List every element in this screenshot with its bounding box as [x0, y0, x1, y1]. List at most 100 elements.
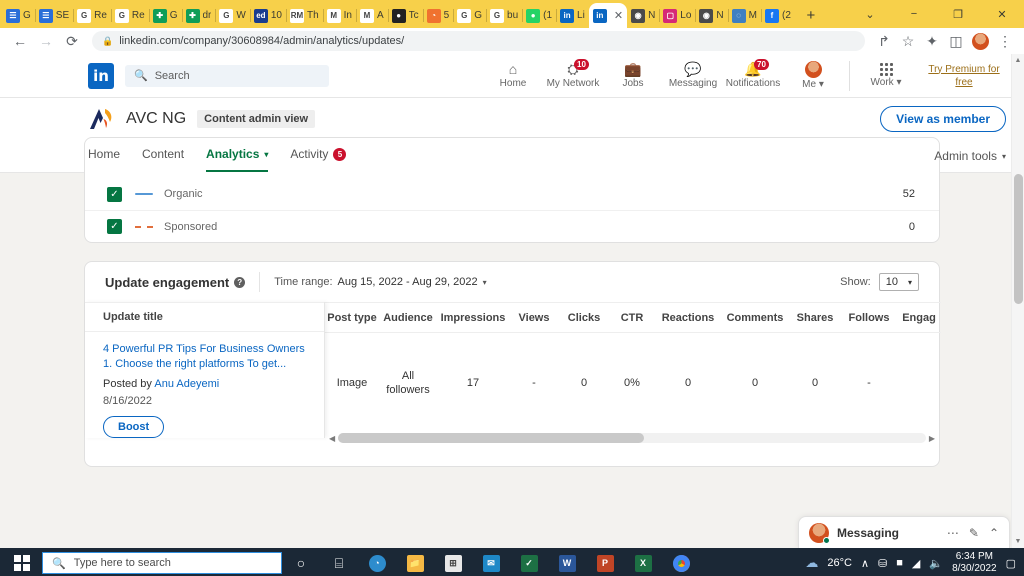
start-button[interactable]: [2, 548, 42, 576]
page-scrollbar[interactable]: ▲ ▼: [1011, 54, 1024, 548]
new-tab-button[interactable]: +: [799, 3, 823, 27]
time-range-dropdown[interactable]: Time range: Aug 15, 2022 - Aug 29, 2022 …: [274, 276, 486, 288]
tray-expand-icon[interactable]: ∧: [861, 557, 869, 570]
task-view-icon[interactable]: ⌸: [320, 548, 358, 576]
browser-tab[interactable]: in ✕: [588, 3, 628, 28]
taskbar-excel-green-icon[interactable]: ✓: [510, 548, 548, 576]
action-center-icon[interactable]: ▢: [1006, 557, 1016, 570]
browser-tab[interactable]: ▢ Lo: [659, 3, 695, 28]
taskbar-chrome-icon[interactable]: [662, 548, 700, 576]
scroll-left-icon[interactable]: ◀: [329, 434, 335, 443]
nav-item-messaging[interactable]: 💬 Messaging: [663, 62, 723, 90]
column-header-views[interactable]: Views: [509, 302, 559, 333]
browser-tab[interactable]: ☰ G: [2, 3, 35, 28]
browser-tab[interactable]: GG: [453, 3, 486, 28]
more-options-icon[interactable]: ⋯: [947, 526, 959, 540]
column-header-audience[interactable]: Audience: [379, 302, 437, 333]
browser-tab[interactable]: ☰ SE: [34, 3, 73, 28]
taskbar-powerpoint-icon[interactable]: P: [586, 548, 624, 576]
browser-tab[interactable]: ◌ M: [727, 3, 761, 28]
scroll-up-icon[interactable]: ▲: [1012, 54, 1024, 67]
nav-item-work[interactable]: Work ▾: [856, 63, 916, 88]
scroll-down-icon[interactable]: ▼: [1012, 535, 1024, 548]
weather-icon[interactable]: ☁: [805, 555, 818, 571]
compose-message-icon[interactable]: ✎: [969, 526, 979, 540]
cortana-icon[interactable]: ○: [282, 548, 320, 576]
admin-tools-dropdown[interactable]: Admin tools ▾: [934, 140, 1006, 172]
taskbar-search-input[interactable]: 🔍 Type here to search: [42, 552, 282, 574]
browser-tab[interactable]: ✚ dr: [181, 3, 216, 28]
nav-item-me[interactable]: Me ▾: [783, 61, 843, 90]
chevron-up-icon[interactable]: ⌃: [989, 526, 999, 540]
scrollbar-track[interactable]: [338, 433, 926, 443]
wifi-icon[interactable]: ◢: [912, 557, 920, 570]
column-header-update-title[interactable]: Update title: [85, 302, 324, 332]
horizontal-scrollbar[interactable]: ◀ ▶: [325, 432, 939, 444]
legend-checkbox[interactable]: ✓: [107, 219, 122, 234]
column-header-post-type[interactable]: Post type: [325, 302, 379, 333]
column-header-engag[interactable]: Engag: [897, 302, 941, 333]
profile-avatar[interactable]: [972, 32, 989, 50]
browser-tab[interactable]: ◔ 5: [422, 3, 454, 28]
view-as-member-button[interactable]: View as member: [880, 106, 1006, 132]
volume-icon[interactable]: 🔈: [929, 557, 943, 570]
browser-tab[interactable]: G Re: [110, 3, 149, 28]
page-scrollbar-thumb[interactable]: [1014, 174, 1023, 304]
nav-item-notifications[interactable]: 🔔 70 Notifications: [723, 59, 783, 89]
browser-tab[interactable]: GW: [215, 3, 249, 28]
browser-tab[interactable]: f (2: [761, 3, 795, 28]
nav-item-jobs[interactable]: 💼 Jobs: [603, 62, 663, 90]
forward-icon[interactable]: →: [34, 29, 58, 53]
minimize-button[interactable]: −: [892, 0, 936, 28]
search-input[interactable]: 🔍 Search: [125, 64, 329, 87]
browser-tab[interactable]: ◉ N: [695, 3, 727, 28]
browser-tab[interactable]: G Re: [73, 3, 111, 28]
chrome-menu-icon[interactable]: ⋮: [994, 29, 1016, 53]
browser-tab[interactable]: ◉ N: [627, 3, 659, 28]
messaging-widget[interactable]: Messaging ⋯ ✎ ⌃: [798, 516, 1010, 548]
column-header-impressions[interactable]: Impressions: [437, 302, 509, 333]
scroll-right-icon[interactable]: ▶: [929, 434, 935, 443]
legend-checkbox[interactable]: ✓: [107, 186, 122, 202]
browser-tab[interactable]: ed 10: [249, 3, 286, 28]
clock[interactable]: 6:34 PM 8/30/2022: [952, 551, 997, 575]
nav-item-my-network[interactable]: ⛭ 10 My Network: [543, 59, 603, 89]
browser-tab[interactable]: M In: [322, 3, 356, 28]
onedrive-icon[interactable]: ⛁: [878, 557, 887, 570]
linkedin-logo-icon[interactable]: in: [88, 62, 114, 89]
column-header-shares[interactable]: Shares: [789, 302, 841, 333]
side-panel-icon[interactable]: ◫: [945, 29, 967, 53]
reload-icon[interactable]: ⟳: [60, 29, 84, 53]
legend-row-organic[interactable]: ✓ Organic 52: [85, 178, 939, 210]
extensions-puzzle-icon[interactable]: ✦: [921, 29, 943, 53]
bookmark-star-icon[interactable]: ☆: [897, 29, 919, 53]
taskbar-file-explorer-icon[interactable]: 📁: [396, 548, 434, 576]
taskbar-word-icon[interactable]: W: [548, 548, 586, 576]
taskbar-store-icon[interactable]: ⊞: [434, 548, 472, 576]
battery-icon[interactable]: ■: [896, 557, 903, 569]
help-icon[interactable]: ?: [234, 276, 246, 288]
share-icon[interactable]: ↱: [873, 29, 895, 53]
close-tab-icon[interactable]: ✕: [614, 9, 623, 22]
nav-item-home[interactable]: ⌂ Home: [483, 62, 543, 90]
address-bar[interactable]: 🔒 linkedin.com/company/30608984/admin/an…: [92, 31, 865, 51]
browser-tab[interactable]: Gbu: [486, 3, 522, 28]
browser-tab[interactable]: RM Th: [285, 3, 323, 28]
tab-search-button[interactable]: ⌄: [848, 0, 892, 28]
column-header-comments[interactable]: Comments: [721, 302, 789, 333]
maximize-button[interactable]: ❐: [936, 0, 980, 28]
column-header-follows[interactable]: Follows: [841, 302, 897, 333]
browser-tab[interactable]: ● Tc: [387, 3, 423, 28]
boost-button[interactable]: Boost: [103, 416, 165, 438]
scrollbar-thumb[interactable]: [338, 433, 644, 443]
legend-row-sponsored[interactable]: ✓ Sponsored 0: [85, 210, 939, 242]
column-header-clicks[interactable]: Clicks: [559, 302, 609, 333]
taskbar-edge-icon[interactable]: ◔: [358, 548, 396, 576]
post-author-link[interactable]: Anu Adeyemi: [154, 378, 219, 390]
taskbar-excel-icon[interactable]: X: [624, 548, 662, 576]
show-count-select[interactable]: 10 ▾: [878, 273, 919, 291]
browser-tab[interactable]: ✚ G: [148, 3, 182, 28]
try-premium-link[interactable]: Try Premium for free: [922, 63, 1006, 89]
taskbar-mail-icon[interactable]: ✉: [472, 548, 510, 576]
column-header-ctr[interactable]: CTR: [609, 302, 655, 333]
